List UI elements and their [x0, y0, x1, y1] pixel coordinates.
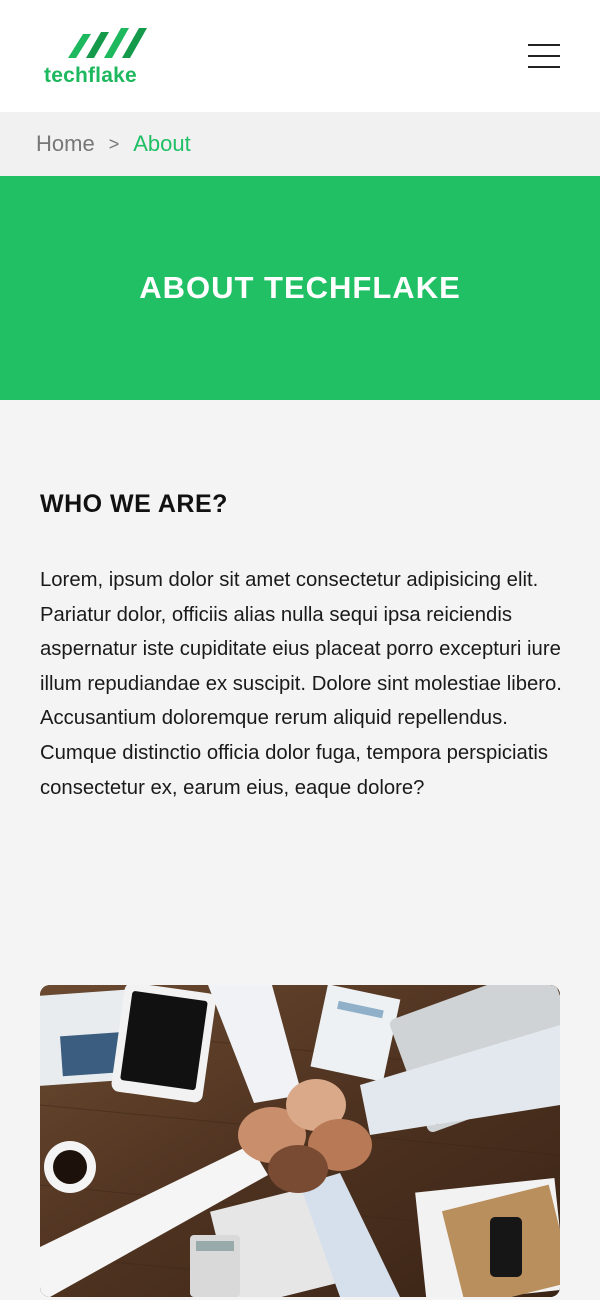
breadcrumb-separator: >	[108, 133, 120, 154]
page-banner: ABOUT TECHFLAKE	[0, 176, 600, 400]
hamburger-menu-icon[interactable]	[526, 42, 562, 70]
techflake-logo[interactable]: techflake	[44, 26, 154, 90]
breadcrumb-current: About	[133, 131, 191, 156]
logo-mark-icon	[68, 28, 147, 58]
page-title: ABOUT TECHFLAKE	[139, 270, 461, 305]
breadcrumb-home-link[interactable]: Home	[36, 131, 95, 157]
section-body-text: Lorem, ipsum dolor sit amet consectetur …	[40, 569, 562, 799]
logo-wordmark: techflake	[44, 64, 137, 87]
breadcrumb: Home > About	[0, 112, 600, 176]
team-fist-bump-photo	[40, 985, 560, 1297]
site-header: techflake	[0, 0, 600, 112]
photo-illustration	[40, 985, 560, 1297]
section-heading: WHO WE ARE?	[40, 490, 228, 518]
